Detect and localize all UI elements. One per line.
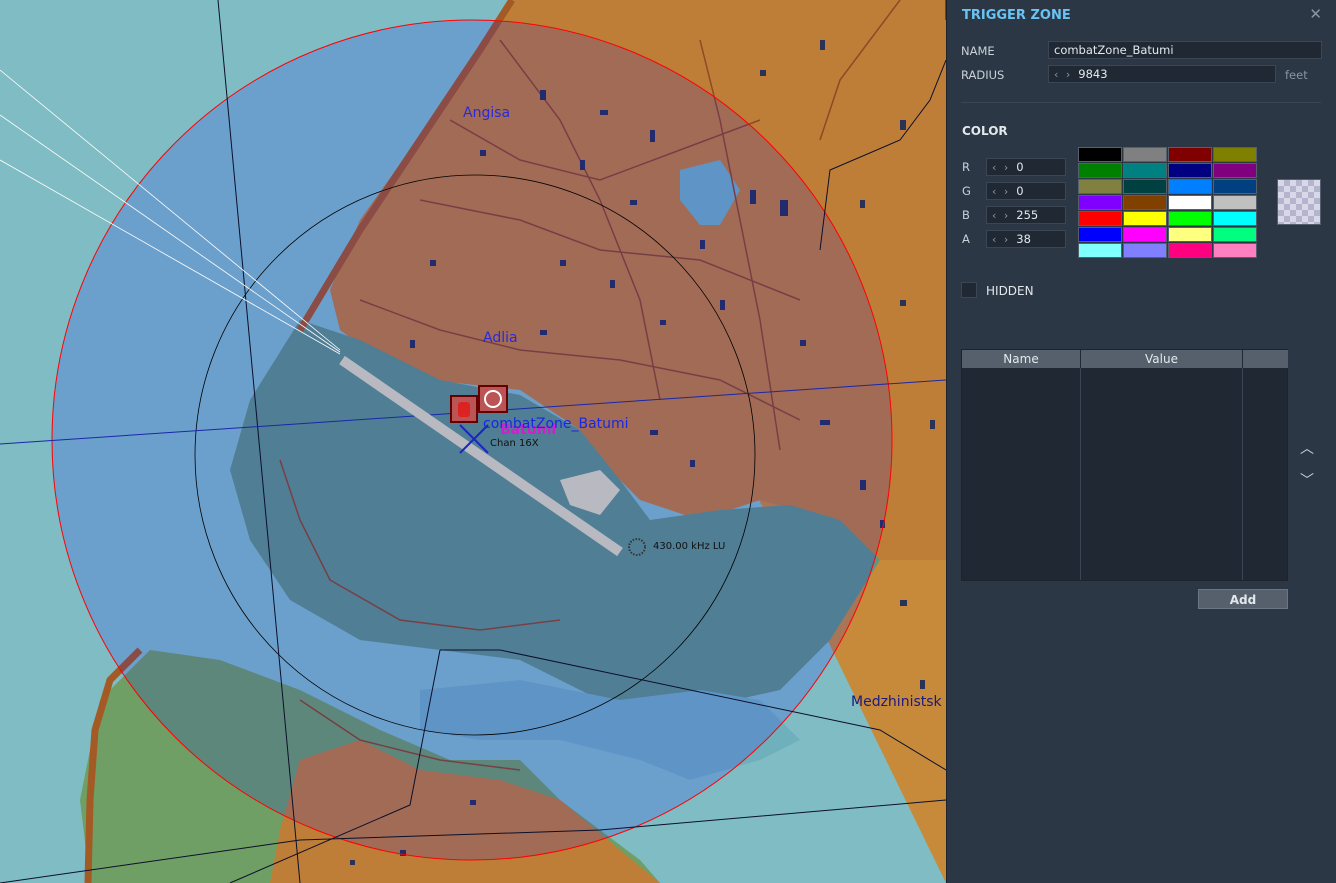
label-tacan-channel: Chan 16X: [490, 438, 539, 449]
color-swatch[interactable]: [1123, 147, 1167, 162]
label-medzhinistsk: Medzhinistsk: [851, 694, 942, 710]
trigger-zone-panel: TRIGGER ZONE ✕ NAME combatZone_Batumi RA…: [946, 0, 1336, 883]
close-icon[interactable]: ✕: [1309, 5, 1322, 23]
color-swatch[interactable]: [1078, 243, 1122, 258]
channel-value: 0: [1016, 160, 1024, 174]
stepper-arrows-icon[interactable]: ‹ ›: [992, 185, 1010, 198]
chevron-down-icon[interactable]: ﹀: [1300, 470, 1314, 490]
color-swatch[interactable]: [1123, 163, 1167, 178]
stepper-arrows-icon[interactable]: ‹ ›: [1054, 68, 1072, 81]
color-swatch[interactable]: [1123, 195, 1167, 210]
color-swatch[interactable]: [1213, 243, 1257, 258]
column-header-extra: [1243, 350, 1288, 368]
name-input[interactable]: combatZone_Batumi: [1048, 41, 1322, 59]
color-heading: COLOR: [962, 124, 1008, 138]
channel-label: A: [962, 232, 970, 246]
color-swatch[interactable]: [1213, 227, 1257, 242]
channel-input[interactable]: ‹ › 255: [986, 206, 1066, 224]
color-swatch[interactable]: [1078, 147, 1122, 162]
channel-value: 38: [1016, 232, 1031, 246]
color-swatch[interactable]: [1213, 211, 1257, 226]
label-adlia: Adlia: [483, 330, 518, 346]
radius-label: RADIUS: [961, 68, 1005, 82]
color-swatch[interactable]: [1168, 147, 1212, 162]
stepper-arrows-icon[interactable]: ‹ ›: [992, 161, 1010, 174]
channel-value: 0: [1016, 184, 1024, 198]
color-swatch[interactable]: [1168, 227, 1212, 242]
hidden-checkbox[interactable]: [961, 282, 977, 298]
chevron-up-icon[interactable]: ︿: [1300, 438, 1314, 458]
channel-input[interactable]: ‹ › 38: [986, 230, 1066, 248]
add-button[interactable]: Add: [1198, 589, 1288, 609]
color-swatch[interactable]: [1168, 195, 1212, 210]
aircraft-icon[interactable]: [478, 385, 508, 413]
color-swatch[interactable]: [1078, 163, 1122, 178]
color-swatch[interactable]: [1168, 179, 1212, 194]
channel-value: 255: [1016, 208, 1039, 222]
column-divider: [1242, 368, 1243, 580]
stepper-arrows-icon[interactable]: ‹ ›: [992, 233, 1010, 246]
color-swatch[interactable]: [1123, 227, 1167, 242]
color-swatch[interactable]: [1078, 227, 1122, 242]
channel-label: G: [962, 184, 971, 198]
channel-input[interactable]: ‹ › 0: [986, 158, 1066, 176]
color-swatch[interactable]: [1078, 211, 1122, 226]
channel-label: B: [962, 208, 970, 222]
name-label: NAME: [961, 44, 995, 58]
column-header-value[interactable]: Value: [1081, 350, 1242, 368]
channel-label: R: [962, 160, 970, 174]
map-canvas[interactable]: [0, 0, 946, 883]
hidden-label: HIDDEN: [986, 284, 1034, 298]
divider: [961, 102, 1321, 103]
label-angisa: Angisa: [463, 105, 511, 121]
radius-value: 9843: [1078, 67, 1108, 81]
color-preview: [1277, 179, 1321, 225]
column-header-name[interactable]: Name: [962, 350, 1080, 368]
color-swatch[interactable]: [1168, 243, 1212, 258]
column-divider: [1080, 368, 1081, 580]
radius-input[interactable]: ‹ › 9843: [1048, 65, 1276, 83]
color-swatch[interactable]: [1123, 179, 1167, 194]
color-swatch[interactable]: [1123, 211, 1167, 226]
radius-unit: feet: [1285, 68, 1308, 82]
color-swatch[interactable]: [1168, 211, 1212, 226]
properties-table[interactable]: Name Value: [961, 349, 1288, 581]
label-zone-name[interactable]: combatZone_Batumi: [483, 416, 629, 432]
color-swatch[interactable]: [1213, 179, 1257, 194]
label-ndb: 430.00 kHz LU: [653, 541, 726, 552]
color-swatch[interactable]: [1213, 147, 1257, 162]
color-swatch[interactable]: [1078, 195, 1122, 210]
map-view[interactable]: Angisa Adlia Batumi combatZone_Batumi Ch…: [0, 0, 946, 883]
panel-title: TRIGGER ZONE: [962, 8, 1071, 23]
color-swatch[interactable]: [1168, 163, 1212, 178]
color-swatch[interactable]: [1213, 195, 1257, 210]
color-swatch[interactable]: [1213, 163, 1257, 178]
stepper-arrows-icon[interactable]: ‹ ›: [992, 209, 1010, 222]
color-swatch[interactable]: [1078, 179, 1122, 194]
channel-input[interactable]: ‹ › 0: [986, 182, 1066, 200]
color-swatch[interactable]: [1123, 243, 1167, 258]
